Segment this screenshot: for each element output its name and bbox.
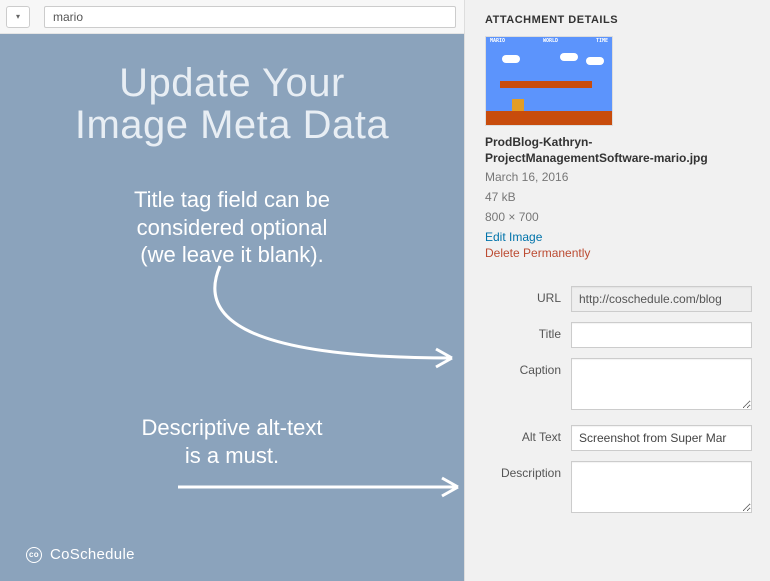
search-input[interactable]: mario bbox=[44, 6, 456, 28]
attachment-fields: URL Title Caption Alt Text Description bbox=[485, 286, 752, 518]
alt-text-field[interactable] bbox=[571, 425, 752, 451]
attachment-thumbnail[interactable]: MARIOWORLDTIME bbox=[485, 36, 613, 126]
infographic-panel: ▾ mario Update Your Image Meta Data Titl… bbox=[0, 0, 464, 581]
caption-field[interactable] bbox=[571, 358, 752, 410]
headline-line2: Image Meta Data bbox=[0, 104, 464, 146]
coschedule-logo-icon: co bbox=[26, 547, 42, 563]
alt-text-label: Alt Text bbox=[485, 425, 571, 444]
url-label: URL bbox=[485, 286, 571, 305]
title-field[interactable] bbox=[571, 322, 752, 348]
headline-line1: Update Your bbox=[0, 62, 464, 104]
brand: co CoSchedule bbox=[26, 546, 135, 563]
attachment-filesize: 47 kB bbox=[485, 188, 752, 206]
attachment-details-panel: ATTACHMENT DETAILS MARIOWORLDTIME ProdBl… bbox=[464, 0, 770, 581]
edit-image-link[interactable]: Edit Image bbox=[485, 230, 752, 244]
caption-label: Caption bbox=[485, 358, 571, 377]
chevron-updown-icon: ▾ bbox=[16, 12, 20, 21]
tip-alt-text: Descriptive alt-text is a must. bbox=[0, 414, 464, 469]
title-label: Title bbox=[485, 322, 571, 341]
url-field[interactable] bbox=[571, 286, 752, 312]
panel-title: ATTACHMENT DETAILS bbox=[485, 14, 752, 26]
tip-title-optional: Title tag field can be considered option… bbox=[0, 186, 464, 269]
delete-permanently-link[interactable]: Delete Permanently bbox=[485, 246, 752, 260]
search-value: mario bbox=[53, 10, 83, 24]
filter-dropdown[interactable]: ▾ bbox=[6, 6, 30, 28]
description-label: Description bbox=[485, 461, 571, 480]
attachment-filename: ProdBlog-Kathryn-ProjectManagementSoftwa… bbox=[485, 134, 745, 166]
arrow-to-title bbox=[190, 262, 470, 382]
headline: Update Your Image Meta Data bbox=[0, 62, 464, 146]
arrow-to-alt bbox=[172, 472, 472, 502]
attachment-dimensions: 800 × 700 bbox=[485, 208, 752, 226]
brand-label: CoSchedule bbox=[50, 546, 135, 563]
attachment-date: March 16, 2016 bbox=[485, 168, 752, 186]
description-field[interactable] bbox=[571, 461, 752, 513]
media-toolbar: ▾ mario bbox=[0, 0, 464, 34]
